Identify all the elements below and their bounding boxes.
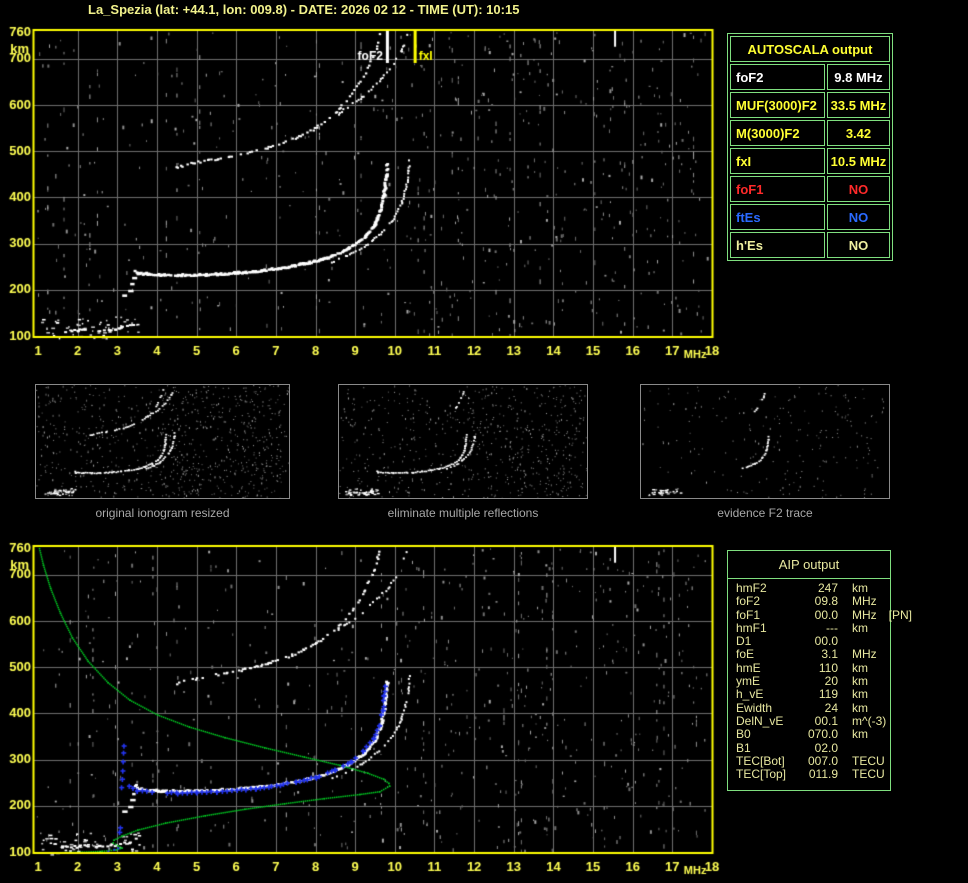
aip-row: h_vE 119 km (736, 687, 890, 702)
aip-row-label: hmF1 (736, 620, 767, 635)
autoscala-row: h'Es NO (730, 232, 890, 258)
autoscala-table-title: AUTOSCALA output (730, 36, 890, 62)
thumbnail-caption-original: original ionogram resized (95, 506, 230, 520)
aip-row-label: B1 (736, 740, 751, 755)
autoscala-row-value: 3.42 (826, 120, 890, 146)
aip-row-unit: MHz (852, 647, 877, 662)
aip-row: foF2 09.8 MHz (736, 594, 890, 609)
aip-row-label: D1 (736, 634, 752, 649)
autoscala-row-label: M(3000)F2 (730, 120, 825, 146)
autoscala-row-value: NO (826, 204, 890, 230)
thumbnail-caption-eliminate: eliminate multiple reflections (387, 506, 539, 520)
autoscala-row-label: foF2 (730, 64, 825, 90)
aip-row-unit: MHz (852, 594, 877, 609)
aip-row-value: 3.1 (821, 647, 838, 662)
aip-row-value: 02.0 (814, 740, 838, 755)
aip-row-value: 24 (824, 700, 838, 715)
aip-row-note: [PN] (888, 607, 913, 622)
autoscala-row: MUF(3000)F2 33.5 MHz (730, 92, 890, 118)
aip-table-title: AIP output (728, 551, 890, 579)
bottom-ionogram-chart (0, 540, 725, 883)
aip-row-unit (838, 635, 890, 648)
autoscala-row-value: 33.5 MHz (826, 92, 890, 118)
autoscala-row: ftEs NO (730, 204, 890, 230)
aip-row: hmE 110 km (736, 660, 890, 675)
aip-row: TEC[Bot] 007.0 TECU (736, 753, 890, 768)
aip-row-label: foF1 (736, 607, 761, 622)
autoscala-row-label: h'Es (730, 232, 825, 258)
thumbnail-evidence-f2-trace (640, 384, 890, 499)
aip-row-value: 011.9 (808, 767, 838, 782)
aip-row: B1 02.0 (736, 740, 890, 755)
aip-row-label: TEC[Top] (736, 767, 787, 782)
aip-row: DelN_vE 00.1 m^(-3) (736, 713, 890, 728)
aip-row-unit (838, 742, 890, 755)
autoscala-row-value: NO (826, 176, 890, 202)
aip-row-label: DelN_vE (736, 713, 784, 728)
aip-row-value: 20 (824, 674, 838, 689)
aip-row-unit: TECU (852, 753, 885, 768)
aip-row-label: Ewidth (736, 700, 773, 715)
aip-row-value: 247 (817, 581, 838, 595)
aip-row-value: 00.0 (814, 607, 838, 622)
aip-row-label: foE (736, 647, 755, 662)
thumbnail-caption-evidence: evidence F2 trace (717, 506, 813, 520)
aip-row-value: 00.1 (814, 713, 838, 728)
aip-row-unit: km (852, 660, 868, 675)
aip-row-label: ymE (736, 674, 760, 689)
aip-row: TEC[Top] 011.9 TECU (736, 767, 890, 782)
aip-row-unit: TECU (852, 767, 885, 782)
autoscala-row-label: ftEs (730, 204, 825, 230)
aip-row-value: 070.0 (807, 727, 838, 742)
aip-row-unit: m^(-3) (852, 713, 887, 728)
aip-row-label: B0 (736, 727, 751, 742)
thumbnail-eliminate-reflections (338, 384, 588, 499)
aip-row-label: foF2 (736, 594, 761, 609)
aip-row: D1 00.0 (736, 634, 890, 649)
aip-output-table: AIP output hmF2 247 km foF2 09.8 MHz foF1 00.0 M… (727, 550, 912, 791)
aip-row-value: 110 (818, 660, 838, 675)
thumbnail-original-ionogram (35, 384, 290, 499)
autoscala-row-label: foF1 (730, 176, 825, 202)
aip-row-label: hmE (736, 660, 761, 675)
aip-row-unit: km (852, 700, 868, 715)
aip-row-value: --- (826, 620, 838, 635)
aip-row: hmF2 247 km (736, 581, 890, 595)
aip-row-unit: km (852, 581, 868, 595)
aip-row-unit: MHz [PN] (852, 607, 913, 622)
aip-row-unit: km (852, 687, 868, 702)
autoscala-row-label: fxI (730, 148, 825, 174)
autoscala-row: fxI 10.5 MHz (730, 148, 890, 174)
autoscala-row-label: MUF(3000)F2 (730, 92, 825, 118)
aip-row-value: 09.8 (814, 594, 838, 609)
aip-row-label: hmF2 (736, 581, 767, 595)
aip-row-label: TEC[Bot] (736, 753, 785, 768)
aip-row-value: 00.0 (814, 634, 838, 649)
autoscala-row-value: NO (826, 232, 890, 258)
autoscala-row: foF1 NO (730, 176, 890, 202)
aip-row-value: 007.0 (807, 753, 838, 768)
aip-row: foE 3.1 MHz (736, 647, 890, 662)
aip-row-unit: km (852, 727, 868, 742)
aip-row-unit: km (852, 674, 868, 689)
aip-row: B0 070.0 km (736, 727, 890, 742)
autoscala-row: M(3000)F2 3.42 (730, 120, 890, 146)
autoscala-row-value: 9.8 MHz (826, 64, 890, 90)
aip-row: foF1 00.0 MHz [PN] (736, 607, 912, 622)
aip-row-label: h_vE (736, 687, 764, 702)
page-title: La_Spezia (lat: +44.1, lon: 009.8) - DAT… (88, 2, 520, 17)
aip-row: ymE 20 km (736, 674, 890, 689)
aip-row-value: 119 (818, 687, 838, 702)
aip-row-unit: km (852, 620, 868, 635)
autoscala-row: foF2 9.8 MHz (730, 64, 890, 90)
top-ionogram-chart (0, 24, 725, 369)
aip-row: hmF1 --- km (736, 620, 890, 635)
autoscala-row-value: 10.5 MHz (826, 148, 890, 174)
aip-row: Ewidth 24 km (736, 700, 890, 715)
autoscala-output-table: AUTOSCALA output foF2 9.8 MHz MUF(3000)F2 3… (727, 33, 893, 261)
